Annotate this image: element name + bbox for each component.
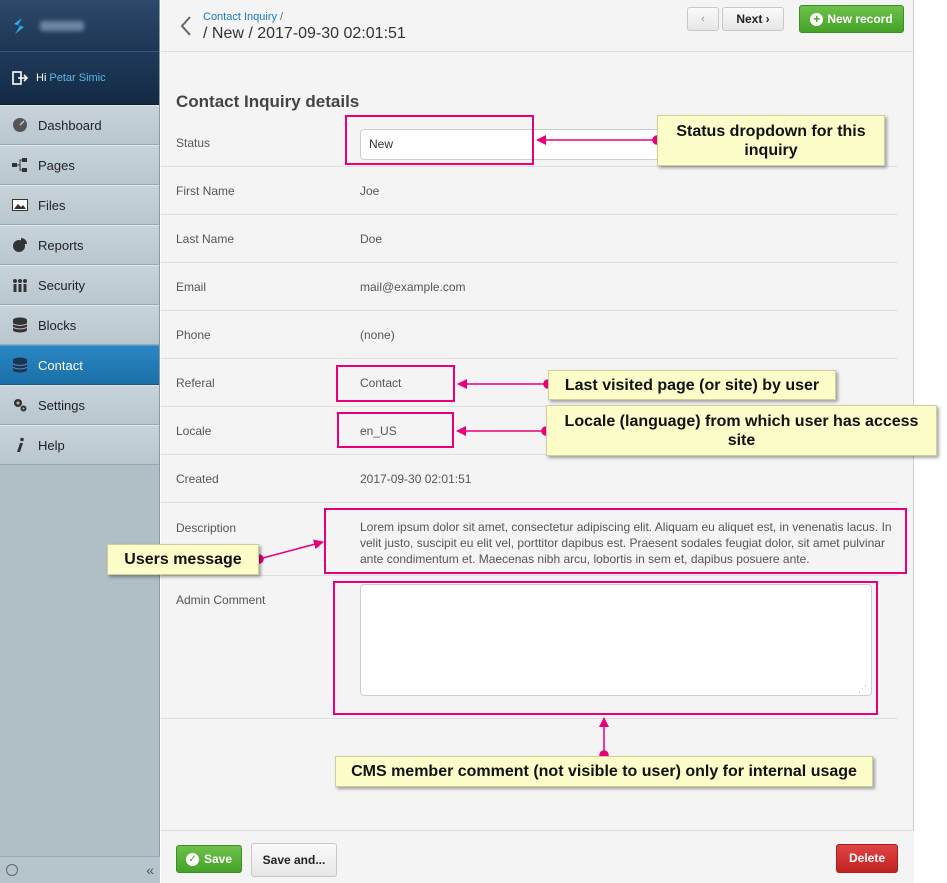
database-icon <box>12 357 28 373</box>
plus-icon: + <box>810 12 824 26</box>
sitemap-icon <box>12 157 28 173</box>
info-icon <box>12 437 28 453</box>
sidebar-item-label: Dashboard <box>38 117 102 133</box>
referal-annotation: Last visited page (or site) by user <box>548 370 836 400</box>
status-label: Status <box>176 136 211 150</box>
email-row: Email mail@example.com <box>161 263 898 311</box>
app-logo[interactable] <box>0 0 159 52</box>
status-circle-icon <box>6 864 18 876</box>
logo-icon <box>8 15 30 37</box>
save-label: Save <box>203 852 233 866</box>
created-label: Created <box>176 472 219 486</box>
created-value: 2017-09-30 02:01:51 <box>360 472 472 486</box>
previous-record-button[interactable]: ‹ <box>687 7 719 31</box>
admin-comment-label: Admin Comment <box>176 593 266 607</box>
sidebar-item-label: Help <box>38 437 65 453</box>
logout-icon[interactable] <box>12 70 29 86</box>
description-label: Description <box>176 521 237 535</box>
save-button[interactable]: ✓ Save <box>176 845 242 873</box>
save-and-button[interactable]: Save and... <box>251 843 337 877</box>
phone-label: Phone <box>176 328 211 342</box>
status-highlight <box>345 115 534 165</box>
new-record-label: New record <box>827 12 893 26</box>
gears-icon <box>12 397 28 413</box>
sidebar-item-label: Contact <box>38 357 83 373</box>
sidebar-item-files[interactable]: Files <box>0 185 159 225</box>
section-title: Contact Inquiry details <box>176 92 360 111</box>
new-record-button[interactable]: + New record <box>799 5 904 33</box>
sidebar-item-reports[interactable]: Reports <box>0 225 159 265</box>
sidebar-item-label: Security <box>38 277 85 293</box>
page-title: / New / 2017-09-30 02:01:51 <box>203 25 406 42</box>
sidebar-item-label: Reports <box>38 237 84 253</box>
last-name-label: Last Name <box>176 232 235 246</box>
last-name-value: Doe <box>360 232 383 246</box>
sidebar-item-label: Settings <box>38 397 85 413</box>
user-bar: Hi Petar Simic <box>0 52 159 105</box>
admin-comment-annotation: CMS member comment (not visible to user)… <box>335 756 873 787</box>
locale-label: Locale <box>176 424 212 438</box>
referal-label: Referal <box>176 376 215 390</box>
app-name-blurred <box>40 20 84 31</box>
admin-comment-highlight <box>333 581 878 715</box>
collapse-sidebar-button[interactable]: « <box>146 862 154 878</box>
check-icon: ✓ <box>185 852 199 866</box>
locale-highlight <box>337 412 454 448</box>
next-record-button[interactable]: Next › <box>722 7 784 31</box>
users-icon <box>12 277 28 293</box>
first-name-value: Joe <box>360 184 380 198</box>
delete-button[interactable]: Delete <box>836 844 898 873</box>
locale-annotation: Locale (language) from which user has ac… <box>546 405 937 456</box>
sidebar: Hi Petar Simic Dashboard Pages Files Rep… <box>0 0 160 883</box>
phone-value: (none) <box>360 328 395 342</box>
first-name-row: First Name Joe <box>161 167 898 215</box>
image-icon <box>12 197 28 213</box>
sidebar-item-label: Files <box>38 197 66 213</box>
phone-row: Phone (none) <box>161 311 898 359</box>
first-name-label: First Name <box>176 184 235 198</box>
status-annotation: Status dropdown for this inquiry <box>657 115 885 166</box>
breadcrumb-separator: / <box>279 11 284 23</box>
breadcrumb: Contact Inquiry / <box>203 11 283 23</box>
sidebar-item-settings[interactable]: Settings <box>0 385 159 425</box>
description-annotation: Users message <box>107 544 259 575</box>
database-icon <box>12 317 28 333</box>
user-greeting: Hi <box>36 72 47 84</box>
email-value: mail@example.com <box>360 280 466 294</box>
last-name-row: Last Name Doe <box>161 215 898 263</box>
breadcrumb-link-contact-inquiry[interactable]: Contact Inquiry <box>203 11 277 23</box>
sidebar-item-contact[interactable]: Contact <box>0 345 159 385</box>
pie-chart-icon <box>12 237 28 253</box>
user-name-link[interactable]: Petar Simic <box>49 72 105 84</box>
email-label: Email <box>176 280 207 294</box>
back-chevron-icon[interactable] <box>177 14 195 38</box>
created-row: Created 2017-09-30 02:01:51 <box>161 455 898 503</box>
dashboard-icon <box>12 117 28 133</box>
sidebar-item-label: Pages <box>38 157 75 173</box>
sidebar-item-blocks[interactable]: Blocks <box>0 305 159 345</box>
sidebar-item-security[interactable]: Security <box>0 265 159 305</box>
referal-highlight <box>336 365 455 402</box>
top-bar: Contact Inquiry / / New / 2017-09-30 02:0… <box>161 0 913 52</box>
sidebar-item-dashboard[interactable]: Dashboard <box>0 105 159 145</box>
sidebar-footer: « <box>0 856 160 883</box>
sidebar-item-label: Blocks <box>38 317 77 333</box>
sidebar-item-pages[interactable]: Pages <box>0 145 159 185</box>
sidebar-item-help[interactable]: Help <box>0 425 159 465</box>
form-actions-bar: ✓ Save Save and... Delete <box>161 830 914 883</box>
description-highlight <box>324 508 907 574</box>
